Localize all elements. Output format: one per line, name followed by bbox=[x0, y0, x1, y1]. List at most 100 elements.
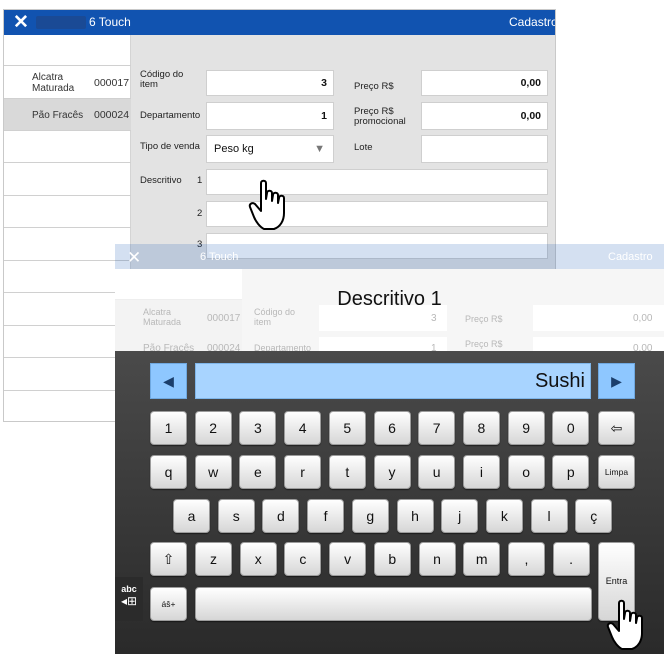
preco-promocional-input[interactable]: 0,00 bbox=[421, 102, 548, 130]
key-w[interactable]: w bbox=[194, 455, 232, 489]
accent-key[interactable]: áŝ+ bbox=[150, 587, 187, 621]
key-y[interactable]: y bbox=[373, 455, 411, 489]
key-l[interactable]: l bbox=[530, 499, 568, 533]
preco-label: Preço R$ bbox=[354, 81, 394, 92]
list-item[interactable] bbox=[4, 391, 131, 421]
faded-promo-label: Preço R$ bbox=[465, 339, 503, 349]
list-header bbox=[4, 35, 131, 66]
key-t[interactable]: t bbox=[328, 455, 366, 489]
key-0[interactable]: 0 bbox=[552, 411, 590, 445]
key-z[interactable]: z bbox=[195, 542, 232, 576]
dialog-title: Descritivo 1 bbox=[337, 288, 442, 310]
codigo-input[interactable]: 3 bbox=[206, 70, 334, 96]
tipo-venda-label: Tipo de venda bbox=[140, 141, 200, 152]
screen-title: Cadastro bbox=[509, 15, 556, 29]
descritivo-number: 1 bbox=[197, 175, 203, 186]
departamento-input[interactable]: 1 bbox=[206, 102, 334, 130]
key-h[interactable]: h bbox=[396, 499, 434, 533]
descritivo-number: 2 bbox=[197, 208, 203, 219]
keyboard-dialog: ✕ 6 Touch Cadastro Alcatra Maturada 0000… bbox=[115, 244, 664, 654]
departamento-label: Departamento bbox=[140, 110, 201, 121]
key-n[interactable]: n bbox=[418, 542, 456, 576]
list-item[interactable] bbox=[4, 163, 131, 196]
key-s[interactable]: s bbox=[217, 499, 255, 533]
list-item[interactable]: Alcatra Maturada 000017 bbox=[4, 66, 131, 99]
item-code: 000024 bbox=[94, 109, 130, 121]
key-e[interactable]: e bbox=[239, 455, 277, 489]
redacted-name bbox=[36, 16, 86, 29]
codigo-label: Código do item bbox=[140, 69, 184, 90]
list-item[interactable] bbox=[4, 293, 131, 326]
list-item[interactable] bbox=[4, 358, 131, 391]
key-4[interactable]: 4 bbox=[284, 411, 322, 445]
key-c[interactable]: c bbox=[284, 542, 322, 576]
faded-preco-value: 0,00 bbox=[633, 313, 653, 324]
text-input[interactable]: Sushi bbox=[195, 363, 591, 399]
mode-label: abc bbox=[121, 584, 137, 594]
key-5[interactable]: 5 bbox=[328, 411, 366, 445]
descritivo-label: Descritivo bbox=[140, 175, 182, 186]
dialog-screen-title: Cadastro bbox=[608, 251, 653, 263]
key-1[interactable]: 1 bbox=[150, 411, 187, 445]
onscreen-keyboard: ◀ Sushi ▶ 1234567890 ⇦ qwertyuiop Limpa … bbox=[115, 351, 664, 654]
key-k[interactable]: k bbox=[485, 499, 523, 533]
key-j[interactable]: j bbox=[441, 499, 479, 533]
clear-key[interactable]: Limpa bbox=[598, 455, 635, 489]
key-7[interactable]: 7 bbox=[418, 411, 456, 445]
list-item[interactable] bbox=[4, 326, 131, 358]
close-icon[interactable]: ✕ bbox=[13, 10, 29, 35]
key-d[interactable]: d bbox=[262, 499, 300, 533]
keyboard-layout-icon: ◂⊞ bbox=[120, 594, 138, 608]
key-v[interactable]: v bbox=[329, 542, 367, 576]
key-m[interactable]: m bbox=[463, 542, 501, 576]
dialog-title-bar bbox=[115, 244, 664, 269]
key-p[interactable]: p bbox=[552, 455, 590, 489]
key-2[interactable]: 2 bbox=[194, 411, 232, 445]
lote-input[interactable] bbox=[421, 135, 548, 163]
key-i[interactable]: i bbox=[462, 455, 500, 489]
faded-preco-label: Preço R$ bbox=[465, 314, 503, 324]
key-x[interactable]: x bbox=[239, 542, 277, 576]
cursor-left-button[interactable]: ◀ bbox=[150, 363, 187, 399]
key-q[interactable]: q bbox=[150, 455, 187, 489]
hand-cursor-icon bbox=[606, 599, 643, 650]
space-bar[interactable] bbox=[195, 587, 592, 621]
preco-input[interactable]: 0,00 bbox=[421, 70, 548, 96]
key-6[interactable]: 6 bbox=[373, 411, 411, 445]
faded-item-code: 000017 bbox=[207, 313, 241, 324]
key-o[interactable]: o bbox=[507, 455, 545, 489]
list-item[interactable] bbox=[4, 261, 131, 293]
title-bar: ✕ 6 Touch Cadastro bbox=[4, 10, 556, 35]
list-item[interactable] bbox=[4, 228, 131, 261]
tipo-venda-select[interactable]: Peso kg ▼ bbox=[206, 135, 334, 163]
hand-cursor-icon bbox=[248, 179, 285, 230]
dialog-app-title: 6 Touch bbox=[200, 251, 239, 263]
key-g[interactable]: g bbox=[351, 499, 389, 533]
faded-codigo-value: 3 bbox=[431, 313, 437, 324]
backspace-key[interactable]: ⇦ bbox=[598, 411, 635, 445]
app-title: 6 Touch bbox=[89, 15, 131, 29]
list-item-selected[interactable]: Pão Fracês 000024 bbox=[4, 99, 131, 131]
key-b[interactable]: b bbox=[373, 542, 411, 576]
cursor-right-button[interactable]: ▶ bbox=[598, 363, 635, 399]
key-8[interactable]: 8 bbox=[462, 411, 500, 445]
list-item[interactable] bbox=[4, 131, 131, 163]
key-r[interactable]: r bbox=[284, 455, 322, 489]
key-u[interactable]: u bbox=[418, 455, 456, 489]
shift-key[interactable]: ⇧ bbox=[150, 542, 187, 576]
lote-label: Lote bbox=[354, 142, 373, 153]
dropdown-arrow-icon: ▼ bbox=[314, 143, 325, 155]
key-ç[interactable]: ç bbox=[575, 499, 613, 533]
key-3[interactable]: 3 bbox=[239, 411, 277, 445]
tipo-venda-value: Peso kg bbox=[214, 143, 254, 155]
list-item[interactable] bbox=[4, 196, 131, 228]
key-a[interactable]: a bbox=[173, 499, 210, 533]
item-name: Pão Fracês bbox=[32, 110, 84, 121]
key-f[interactable]: f bbox=[307, 499, 345, 533]
key-punct[interactable]: , bbox=[507, 542, 545, 576]
preco-promocional-label: Preço R$ promocional bbox=[354, 106, 406, 127]
input-mode-switch[interactable]: abc ◂⊞ bbox=[115, 577, 143, 621]
key-9[interactable]: 9 bbox=[507, 411, 545, 445]
key-punct[interactable]: . bbox=[552, 542, 590, 576]
close-icon: ✕ bbox=[127, 248, 142, 267]
